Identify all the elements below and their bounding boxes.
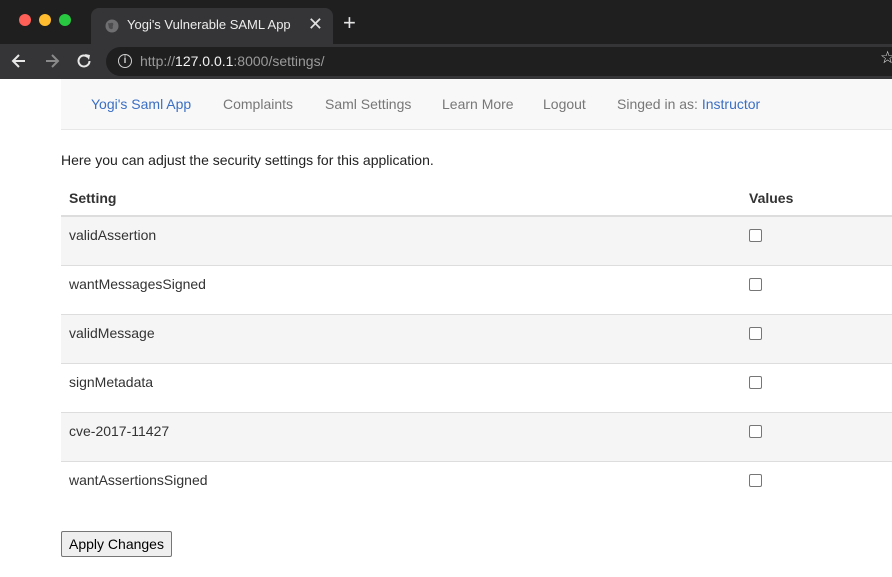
url-text[interactable]: http://127.0.0.1:8000/settings/ [140,53,324,69]
browser-toolbar: i http://127.0.0.1:8000/settings/ [0,44,892,79]
table-row: wantMessagesSigned [61,266,892,315]
setting-name: cve-2017-11427 [69,423,170,439]
info-icon[interactable]: i [118,54,132,68]
setting-name: validAssertion [69,227,157,243]
setting-checkbox[interactable] [749,327,762,340]
nav-saml-settings-link[interactable]: Saml Settings [325,96,411,112]
browser-titlebar: Yogi's Vulnerable SAML App ✕ + [0,0,892,44]
address-bar[interactable]: i http://127.0.0.1:8000/settings/ [106,47,892,76]
setting-name: wantAssertionsSigned [69,472,208,488]
table-row: signMetadata [61,364,892,413]
setting-name: signMetadata [69,374,154,390]
intro-text: Here you can adjust the security setting… [61,152,434,168]
zoom-window-button[interactable] [59,14,71,26]
nav-learn-more-link[interactable]: Learn More [442,96,514,112]
setting-name: validMessage [69,325,155,341]
signed-in-user-link[interactable]: Instructor [702,96,760,112]
setting-checkbox[interactable] [749,278,762,291]
back-arrow-icon[interactable] [9,51,29,71]
setting-name: wantMessagesSigned [69,276,206,292]
tab-title: Yogi's Vulnerable SAML App [127,17,291,32]
table-row: validMessage [61,315,892,364]
site-navbar: Yogi's Saml App Complaints Saml Settings… [61,79,892,130]
table-row: wantAssertionsSigned [61,462,892,511]
header-values: Values [749,190,794,206]
page-content: Yogi's Saml App Complaints Saml Settings… [0,79,892,577]
setting-checkbox[interactable] [749,376,762,389]
header-setting: Setting [69,190,117,206]
apply-changes-button[interactable]: Apply Changes [61,531,172,557]
setting-checkbox[interactable] [749,425,762,438]
setting-checkbox[interactable] [749,229,762,242]
settings-table: Setting Values validAssertion wantMessag… [61,180,892,511]
globe-icon [105,19,119,33]
plus-icon[interactable]: + [343,12,356,34]
table-row: validAssertion [61,217,892,266]
nav-complaints-link[interactable]: Complaints [223,96,293,112]
nav-logout-link[interactable]: Logout [543,96,586,112]
nav-brand-link[interactable]: Yogi's Saml App [91,96,191,112]
browser-tab[interactable]: Yogi's Vulnerable SAML App ✕ [91,8,333,44]
forward-arrow-icon[interactable] [42,51,62,71]
signed-in-status: Singed in as: Instructor [617,96,761,112]
table-row: cve-2017-11427 [61,413,892,462]
close-icon[interactable]: ✕ [308,14,323,34]
table-header: Setting Values [61,180,892,217]
setting-checkbox[interactable] [749,474,762,487]
star-icon[interactable]: ☆ [880,48,892,68]
minimize-window-button[interactable] [39,14,51,26]
close-window-button[interactable] [19,14,31,26]
reload-icon[interactable] [74,51,94,71]
